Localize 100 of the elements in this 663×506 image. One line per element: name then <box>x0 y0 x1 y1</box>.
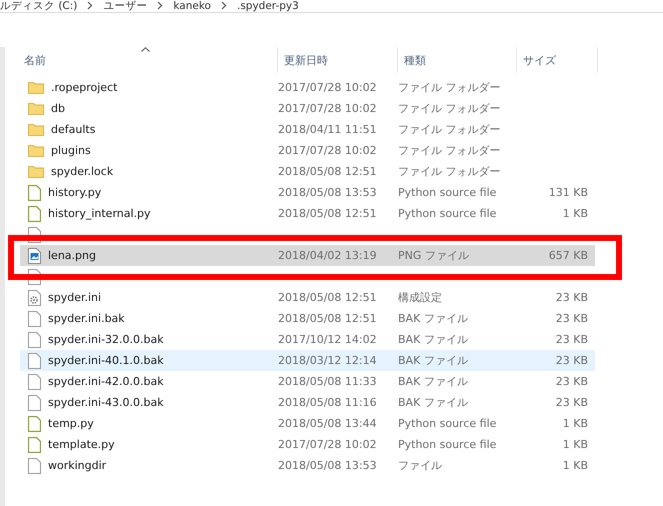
file-type: PNG ファイル <box>398 249 469 262</box>
file-row[interactable]: defaults 2018/04/11 11:51 ファイル フォルダー <box>20 119 595 140</box>
file-name: lena.png <box>48 249 96 262</box>
modified-date: 2018/04/02 13:19 <box>278 249 377 262</box>
modified-date: 2018/05/08 12:51 <box>278 165 377 178</box>
modified-date: 2018/05/08 13:44 <box>278 417 377 430</box>
file-row[interactable]: db 2017/07/28 10:02 ファイル フォルダー <box>20 98 595 119</box>
file-row[interactable]: spyder.ini-40.1.0.bak 2018/03/12 12:14 BAK ファイル 23 KB <box>20 350 595 371</box>
file-type: ファイル フォルダー <box>398 144 500 157</box>
modified-date: 2018/03/12 12:14 <box>278 354 377 367</box>
file-size: 657 KB <box>548 249 588 262</box>
file-row[interactable]: lena.png 2018/04/02 13:19 PNG ファイル 657 KB <box>20 245 595 266</box>
modified-date: 2018/05/08 12:51 <box>278 312 377 325</box>
file-name: temp.py <box>48 417 94 430</box>
file-type: ファイル フォルダー <box>398 102 500 115</box>
modified-date: 2017/07/28 10:02 <box>278 438 377 451</box>
python-file-icon <box>28 206 41 222</box>
file-row[interactable]: spyder.lock 2018/05/08 12:51 ファイル フォルダー <box>20 161 595 182</box>
file-row[interactable]: spyder.ini.bak 2018/05/08 12:51 BAK ファイル 23 KB <box>20 308 595 329</box>
modified-date: 2018/05/08 13:53 <box>278 459 377 472</box>
file-row[interactable]: workingdir 2018/05/08 13:53 ファイル 1 KB <box>20 455 595 476</box>
file-name: spyder.ini.bak <box>48 312 125 325</box>
file-type: BAK ファイル <box>398 354 468 367</box>
file-row[interactable]: template.py 2017/07/28 10:02 Python source file 1 KB <box>20 434 595 455</box>
chevron-icon <box>220 1 227 10</box>
sort-caret-icon <box>141 47 150 52</box>
file-size: 1 KB <box>562 438 588 451</box>
chevron-icon <box>87 1 94 10</box>
chevron-icon <box>157 1 164 10</box>
file-row[interactable]: .ropeproject 2017/07/28 10:02 ファイル フォルダー <box>20 77 595 98</box>
file-size: 1 KB <box>562 417 588 430</box>
modified-date: 2018/04/11 11:51 <box>278 123 377 136</box>
file-type: 構成設定 <box>398 291 442 304</box>
file-type: ファイル フォルダー <box>398 123 500 136</box>
file-icon <box>28 394 41 410</box>
modified-date: 2018/05/08 11:16 <box>278 396 377 409</box>
python-file-icon <box>28 416 41 432</box>
file-icon <box>28 332 41 348</box>
file-icon <box>28 374 41 390</box>
file-type: BAK ファイル <box>398 312 468 325</box>
file-name: defaults <box>51 123 96 136</box>
file-size: 23 KB <box>556 354 588 367</box>
folder-icon <box>28 144 44 157</box>
file-row[interactable]: history.py 2018/05/08 13:53 Python source file 131 KB <box>20 182 595 203</box>
file-type: ファイル <box>398 459 442 472</box>
file-name: template.py <box>48 438 115 451</box>
file-icon <box>28 458 41 474</box>
file-row[interactable]: spyder.ini-42.0.0.bak 2018/05/08 11:33 BAK ファイル 23 KB <box>20 371 595 392</box>
file-name: spyder.ini-32.0.0.bak <box>48 333 164 346</box>
column-header[interactable]: サイズ <box>517 47 598 73</box>
file-name: history.py <box>48 186 102 199</box>
file-size: 1 KB <box>562 207 588 220</box>
file-type: Python source file <box>398 207 496 220</box>
column-header[interactable]: 更新日時 <box>278 47 398 73</box>
modified-date: 2017/10/12 14:02 <box>278 333 377 346</box>
file-type: Python source file <box>398 438 496 451</box>
modified-date: 2017/07/28 10:02 <box>278 144 377 157</box>
file-row[interactable]: spyder.ini 2018/05/08 12:51 構成設定 23 KB <box>20 287 595 308</box>
file-size: 23 KB <box>556 312 588 325</box>
file-type: BAK ファイル <box>398 396 468 409</box>
breadcrumb-item[interactable]: ルディスク (C:) <box>0 0 78 12</box>
file-size: 131 KB <box>548 186 588 199</box>
modified-date: 2017/07/28 10:02 <box>278 81 377 94</box>
folder-icon <box>28 123 44 136</box>
file-name: history_internal.py <box>48 207 151 220</box>
image-file-icon <box>28 248 41 264</box>
file-size: 23 KB <box>556 291 588 304</box>
file-name: spyder.ini-42.0.0.bak <box>48 375 164 388</box>
settings-file-icon <box>28 290 41 306</box>
modified-date: 2018/05/08 12:51 <box>278 291 377 304</box>
column-header[interactable]: 名前 <box>5 47 278 73</box>
breadcrumb-item[interactable]: .spyder-py3 <box>236 0 299 12</box>
breadcrumb-item[interactable]: kaneko <box>173 0 211 12</box>
file-size: 23 KB <box>556 396 588 409</box>
file-size: 23 KB <box>556 375 588 388</box>
file-name: spyder.lock <box>51 165 114 178</box>
file-name: db <box>51 102 65 115</box>
python-file-icon <box>28 184 41 200</box>
modified-date: 2018/05/08 13:53 <box>278 186 377 199</box>
file-type: ファイル フォルダー <box>398 165 500 178</box>
file-icon <box>28 310 41 326</box>
file-name: .ropeproject <box>51 81 118 94</box>
file-row[interactable]: spyder.ini-32.0.0.bak 2017/10/12 14:02 BAK ファイル 23 KB <box>20 329 595 350</box>
file-type: ファイル フォルダー <box>398 81 500 94</box>
python-file-icon <box>28 436 41 452</box>
folder-icon <box>28 102 44 115</box>
file-row[interactable]: spyder.ini-43.0.0.bak 2018/05/08 11:16 BAK ファイル 23 KB <box>20 392 595 413</box>
file-type: BAK ファイル <box>398 375 468 388</box>
file-name: spyder.ini-40.1.0.bak <box>48 354 164 367</box>
file-row[interactable]: temp.py 2018/05/08 13:44 Python source file 1 KB <box>20 413 595 434</box>
breadcrumb-item[interactable]: ユーザー <box>103 0 148 12</box>
file-name: plugins <box>51 144 91 157</box>
file-row[interactable]: plugins 2017/07/28 10:02 ファイル フォルダー <box>20 140 595 161</box>
modified-date: 2018/05/08 12:51 <box>278 207 377 220</box>
file-name: spyder.ini <box>48 291 102 304</box>
file-name: workingdir <box>48 459 106 472</box>
column-header[interactable]: 種類 <box>398 47 517 73</box>
file-name: spyder.ini-43.0.0.bak <box>48 396 164 409</box>
file-row[interactable]: history_internal.py 2018/05/08 12:51 Python source file 1 KB <box>20 203 595 224</box>
file-type: BAK ファイル <box>398 333 468 346</box>
